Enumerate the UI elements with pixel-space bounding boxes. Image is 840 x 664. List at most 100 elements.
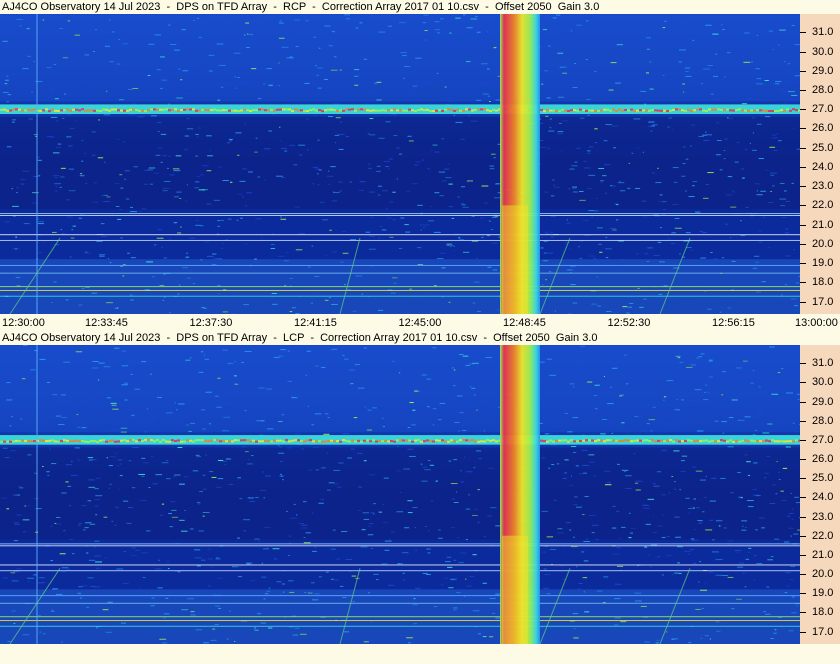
noise-pixel xyxy=(709,519,714,521)
noise-pixel xyxy=(228,484,234,486)
time-tick-label: 12:30:00 xyxy=(2,317,45,329)
noise-pixel xyxy=(15,380,21,382)
noise-pixel xyxy=(280,473,282,475)
noise-pixel xyxy=(234,62,238,64)
noise-pixel xyxy=(240,70,243,72)
interference-pixel xyxy=(483,440,486,443)
noise-pixel xyxy=(678,384,685,386)
interference-pixel xyxy=(357,439,360,442)
noise-pixel xyxy=(156,69,161,71)
interference-pixel xyxy=(366,439,369,442)
noise-pixel xyxy=(647,126,654,128)
interference-pixel xyxy=(423,440,426,443)
noise-pixel xyxy=(361,293,364,295)
interference-pixel xyxy=(162,439,165,442)
noise-pixel xyxy=(214,605,220,607)
noise-pixel xyxy=(175,409,178,411)
noise-pixel xyxy=(664,20,667,22)
noise-pixel xyxy=(26,28,30,30)
noise-pixel xyxy=(469,386,472,388)
noise-pixel xyxy=(334,134,340,136)
noise-pixel xyxy=(277,255,285,257)
noise-pixel xyxy=(79,175,85,177)
noise-pixel xyxy=(747,506,754,508)
interference-pixel xyxy=(681,109,684,112)
interference-pixel xyxy=(684,440,687,443)
interference-pixel xyxy=(606,439,609,442)
interference-pixel xyxy=(279,108,282,111)
interference-pixel xyxy=(276,439,279,442)
noise-pixel xyxy=(644,253,649,255)
noise-pixel xyxy=(293,503,296,505)
noise-pixel xyxy=(445,561,451,563)
noise-pixel xyxy=(255,497,259,499)
noise-pixel xyxy=(546,147,551,149)
noise-pixel xyxy=(544,433,550,435)
interference-pixel xyxy=(609,109,612,112)
noise-pixel xyxy=(107,601,113,603)
noise-pixel xyxy=(718,525,721,527)
noise-pixel xyxy=(165,597,169,599)
noise-pixel xyxy=(428,220,435,222)
noise-pixel xyxy=(204,63,209,65)
noise-pixel xyxy=(647,247,653,249)
noise-pixel xyxy=(581,551,584,553)
interference-pixel xyxy=(354,109,357,112)
noise-pixel xyxy=(50,610,55,612)
noise-pixel xyxy=(65,481,69,483)
noise-pixel xyxy=(213,199,221,201)
noise-pixel xyxy=(675,355,681,357)
noise-pixel xyxy=(11,188,14,190)
interference-pixel xyxy=(96,109,99,112)
interference-pixel xyxy=(213,108,216,111)
noise-pixel xyxy=(616,44,623,46)
interference-pixel xyxy=(225,109,228,112)
noise-pixel xyxy=(405,190,411,192)
noise-pixel xyxy=(572,613,579,615)
noise-pixel xyxy=(210,639,217,641)
freq-tick-label: 25.0 xyxy=(812,472,834,485)
noise-pixel xyxy=(74,120,77,122)
noise-pixel xyxy=(426,82,433,84)
interference-pixel xyxy=(135,108,138,111)
interference-pixel xyxy=(465,108,468,111)
noise-pixel xyxy=(167,561,169,563)
noise-pixel xyxy=(15,236,18,238)
noise-pixel xyxy=(747,287,753,289)
noise-pixel xyxy=(433,231,441,233)
noise-pixel xyxy=(318,576,322,578)
noise-pixel xyxy=(403,468,410,470)
noise-pixel xyxy=(221,639,228,641)
noise-pixel xyxy=(656,556,661,558)
freq-tick-label: 24.0 xyxy=(812,160,834,173)
noise-pixel xyxy=(790,535,792,537)
interference-pixel xyxy=(618,440,621,443)
noise-pixel xyxy=(645,37,651,39)
noise-pixel xyxy=(476,99,482,101)
interference-pixel xyxy=(27,440,30,443)
interference-pixel xyxy=(108,109,111,112)
noise-pixel xyxy=(95,495,103,497)
noise-pixel xyxy=(132,87,139,89)
noise-pixel xyxy=(760,190,766,192)
noise-pixel xyxy=(754,529,758,531)
noise-pixel xyxy=(268,84,273,86)
noise-pixel xyxy=(712,75,719,77)
noise-pixel xyxy=(314,413,322,415)
noise-pixel xyxy=(385,208,388,210)
interference-pixel xyxy=(726,440,729,443)
noise-pixel xyxy=(172,168,180,170)
interference-pixel xyxy=(333,108,336,111)
noise-pixel xyxy=(7,94,12,96)
noise-pixel xyxy=(373,503,376,505)
noise-pixel xyxy=(56,422,60,424)
noise-pixel xyxy=(280,349,286,351)
noise-pixel xyxy=(627,187,631,189)
interference-pixel xyxy=(327,108,330,111)
noise-pixel xyxy=(144,431,147,433)
noise-pixel xyxy=(631,152,634,154)
noise-pixel xyxy=(236,219,239,221)
interference-pixel xyxy=(132,438,135,441)
interference-pixel xyxy=(153,108,156,111)
noise-pixel xyxy=(603,375,605,377)
